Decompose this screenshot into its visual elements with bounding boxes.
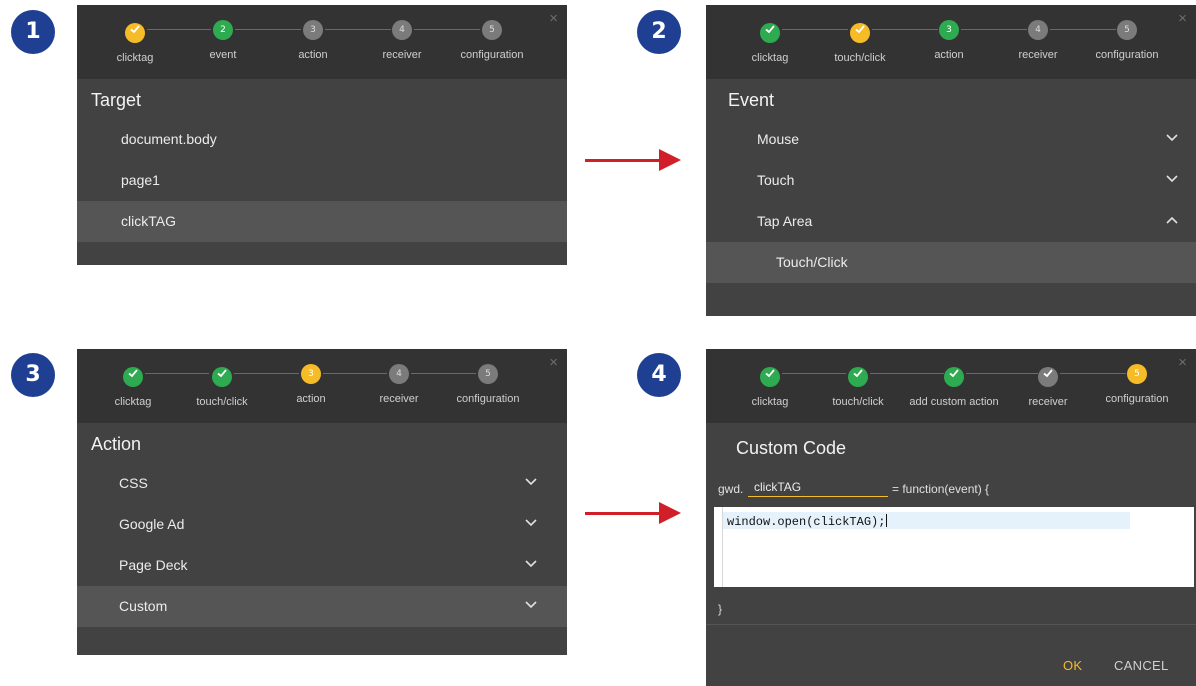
list-item-css[interactable]: CSS [77,463,567,504]
chevron-down-icon[interactable] [525,504,537,527]
step-badge-3: 3 [11,353,55,397]
stepper: × clicktag 2 event 3 action 4 receiver 5… [77,5,567,79]
stepper: × clicktag touch/click 3 action 4 receiv… [706,5,1196,79]
check-icon [848,367,868,387]
list-item-label: Touch [757,172,795,188]
flow-arrow-bottom [585,502,681,524]
list-item-google-ad[interactable]: Google Ad [77,504,567,545]
function-prefix: gwd. [718,482,744,496]
step-number: 5 [1117,20,1137,40]
dialog-panel-1: × clicktag 2 event 3 action 4 receiver 5… [77,5,567,265]
function-signature: gwd. clickTAG = function(event) { [706,467,1196,507]
code-line: window.open(clickTAG); [727,515,886,529]
check-icon [123,367,143,387]
step-badge-4: 4 [637,353,681,397]
list-item-label: Tap Area [757,213,813,229]
divider [706,624,1196,625]
list-item-page1[interactable]: page1 [77,160,567,201]
cancel-button[interactable]: CANCEL [1114,658,1169,673]
check-icon [212,367,232,387]
section-title: Action [91,434,142,454]
step-number: 5 [482,20,502,40]
stepper: × clicktag touch/click 3 action 4 receiv… [77,349,567,423]
list-item-touch-click[interactable]: Touch/Click [706,242,1196,283]
step-label: configuration [456,393,520,405]
step-configuration[interactable]: 5 configuration [1082,364,1192,405]
step-touch-click[interactable]: touch/click [803,364,913,408]
list-item-clicktag[interactable]: clickTAG [77,201,567,242]
close-icon[interactable]: × [549,355,558,370]
editor-gutter [722,507,723,587]
step-label: configuration [1105,393,1169,405]
step-number: 2 [213,20,233,40]
section-title: Event [728,90,775,110]
check-icon [760,23,780,43]
function-suffix: = function(event) { [892,482,990,496]
list-item-custom[interactable]: Custom [77,586,567,627]
list-item-touch[interactable]: Touch [706,160,1196,201]
section-title: Target [91,90,142,110]
step-number: 5 [1127,364,1147,384]
step-number: 5 [478,364,498,384]
check-icon [944,367,964,387]
chevron-down-icon[interactable] [525,586,537,609]
chevron-down-icon[interactable] [1166,119,1178,142]
ok-button[interactable]: OK [1063,658,1082,673]
step-number: 4 [1028,20,1048,40]
list-item-label: Custom [119,598,168,614]
step-number: 3 [303,20,323,40]
list-item-mouse[interactable]: Mouse [706,119,1196,160]
check-icon [1038,367,1058,387]
dialog-panel-3: × clicktag touch/click 3 action 4 receiv… [77,349,567,655]
step-number: 3 [301,364,321,384]
stepper: × clicktag touch/click add custom action [706,349,1196,423]
step-configuration[interactable]: 5 configuration [1072,20,1182,61]
step-badge-1: 1 [11,10,55,54]
chevron-down-icon[interactable] [525,545,537,568]
step-label: configuration [1095,49,1159,61]
list-item-label: CSS [119,475,148,491]
close-icon[interactable]: × [549,11,558,26]
step-number: 4 [389,364,409,384]
check-icon [125,23,145,43]
list-item-label: Page Deck [119,557,188,573]
dialog-title: Custom Code [736,438,847,458]
list-item-tap-area[interactable]: Tap Area [706,201,1196,242]
flow-arrow-top [585,149,681,171]
list-item-document-body[interactable]: document.body [77,119,567,160]
dialog-panel-4: × clicktag touch/click add custom action [706,349,1196,686]
step-configuration[interactable]: 5 configuration [437,20,547,61]
chevron-down-icon[interactable] [1166,160,1178,183]
step-number: 3 [939,20,959,40]
code-editor-wrap: window.open(clickTAG); [706,507,1196,587]
text-cursor [886,514,888,527]
dialog-panel-2: × clicktag touch/click 3 action 4 receiv… [706,5,1196,316]
closing-brace: } [718,602,723,616]
function-name-input[interactable]: clickTAG [748,477,888,497]
list-item-page-deck[interactable]: Page Deck [77,545,567,586]
step-number: 4 [392,20,412,40]
list-item-label: Mouse [757,131,800,147]
step-label: touch/click [832,396,884,408]
code-text[interactable]: window.open(clickTAG); [727,514,888,529]
step-configuration[interactable]: 5 configuration [433,364,543,405]
code-editor[interactable]: window.open(clickTAG); [714,507,1194,587]
check-icon [760,367,780,387]
chevron-down-icon[interactable] [525,463,537,486]
step-badge-2: 2 [637,10,681,54]
check-icon [850,23,870,43]
chevron-up-icon[interactable] [1166,201,1178,224]
step-label: configuration [460,49,524,61]
list-item-label: Google Ad [119,516,185,532]
